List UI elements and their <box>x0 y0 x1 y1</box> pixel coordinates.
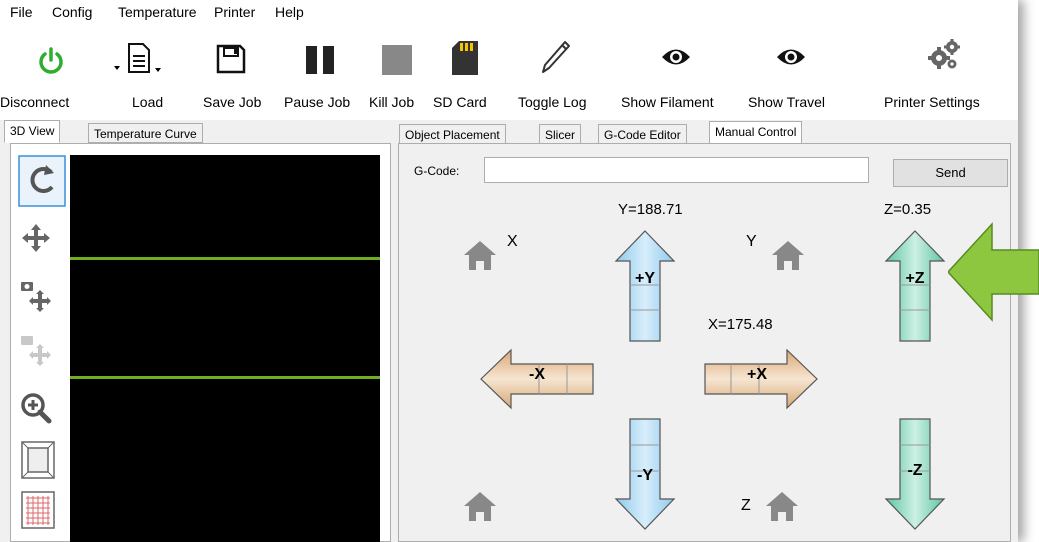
document-icon <box>128 43 150 73</box>
load-label: Load <box>132 94 164 110</box>
show-filament-label: Show Filament <box>621 94 714 110</box>
home-x-label: X <box>507 233 518 250</box>
top-view-icon[interactable] <box>20 490 56 530</box>
plus-x-label: +X <box>746 366 767 383</box>
tab-slicer[interactable]: Slicer <box>539 124 582 144</box>
home-z-label: Z <box>741 497 751 514</box>
load-button[interactable]: Load <box>110 24 180 120</box>
3d-viewport[interactable] <box>70 155 380 542</box>
move-icon[interactable] <box>20 222 52 254</box>
home-x-icon[interactable] <box>460 237 504 273</box>
printer-settings-button[interactable]: Printer Settings <box>880 24 1005 120</box>
toolbar: Disconnect Load Save Job Pause Job Kill … <box>0 24 1018 120</box>
tab-temperature-curve[interactable]: Temperature Curve <box>88 123 203 143</box>
plus-z-label: +Z <box>905 270 925 287</box>
show-travel-label: Show Travel <box>748 94 826 110</box>
pause-job-label: Pause Job <box>284 94 351 110</box>
save-job-button[interactable]: Save Job <box>200 24 270 120</box>
gears-icon <box>928 39 960 69</box>
kill-job-label: Kill Job <box>369 94 415 110</box>
front-view-icon[interactable] <box>20 440 56 480</box>
z-position: Z=0.35 <box>884 201 932 218</box>
tab-gcode-editor[interactable]: G-Code Editor <box>598 124 687 144</box>
toggle-log-button[interactable]: Toggle Log <box>517 24 599 120</box>
x-position: X=175.48 <box>708 316 773 333</box>
menu-printer[interactable]: Printer <box>214 4 255 20</box>
printer-settings-label: Printer Settings <box>884 94 980 110</box>
home-all-icon[interactable] <box>460 488 504 524</box>
disconnect-label: Disconnect <box>0 94 70 110</box>
kill-job-button[interactable]: Kill Job <box>367 24 429 120</box>
tab-3d-view[interactable]: 3D View <box>4 120 61 143</box>
home-y-label: Y <box>746 233 757 250</box>
menu-config[interactable]: Config <box>52 4 92 20</box>
reset-view-icon[interactable] <box>18 155 66 207</box>
move-camera-icon[interactable] <box>20 280 52 312</box>
model-line <box>70 257 380 260</box>
home-z-icon[interactable] <box>762 488 806 524</box>
minus-x-label: -X <box>529 366 545 383</box>
chevron-down-icon <box>114 66 120 70</box>
gcode-label: G-Code: <box>414 164 460 178</box>
sd-card-icon <box>452 41 478 75</box>
sd-card-button[interactable]: SD Card <box>430 24 492 120</box>
power-icon <box>39 47 63 74</box>
menu-help[interactable]: Help <box>275 4 304 20</box>
floppy-disk-icon <box>216 44 246 74</box>
move-object-icon[interactable] <box>20 334 52 366</box>
menu-bar: File Config Temperature Printer Help <box>0 0 1018 25</box>
sd-card-label: SD Card <box>433 94 487 110</box>
send-button[interactable]: Send <box>893 159 1008 187</box>
menu-file[interactable]: File <box>10 4 33 20</box>
show-filament-button[interactable]: Show Filament <box>619 24 737 120</box>
pause-job-button[interactable]: Pause Job <box>283 24 355 120</box>
model-line <box>70 376 380 379</box>
app-window: File Config Temperature Printer Help Dis… <box>0 0 1018 542</box>
menu-temperature[interactable]: Temperature <box>118 4 197 20</box>
callout-arrow-icon <box>948 222 1039 322</box>
zoom-icon[interactable] <box>20 392 52 424</box>
stop-icon <box>382 45 412 75</box>
save-job-label: Save Job <box>203 94 262 110</box>
disconnect-button[interactable]: Disconnect <box>0 24 98 120</box>
tab-manual-control[interactable]: Manual Control <box>709 121 803 144</box>
home-y-icon[interactable] <box>768 237 812 273</box>
minus-z-label: -Z <box>907 462 923 479</box>
chevron-down-icon <box>155 68 161 72</box>
pencil-icon <box>542 41 570 73</box>
plus-y-label: +Y <box>634 270 655 287</box>
minus-y-label: -Y <box>637 467 653 484</box>
gcode-input[interactable] <box>484 157 869 183</box>
pause-icon <box>306 46 334 74</box>
show-travel-button[interactable]: Show Travel <box>747 24 845 120</box>
tab-object-placement[interactable]: Object Placement <box>399 124 506 144</box>
eye-icon <box>777 49 805 65</box>
eye-icon <box>662 49 690 65</box>
toggle-log-label: Toggle Log <box>518 94 587 110</box>
y-position: Y=188.71 <box>618 201 683 218</box>
